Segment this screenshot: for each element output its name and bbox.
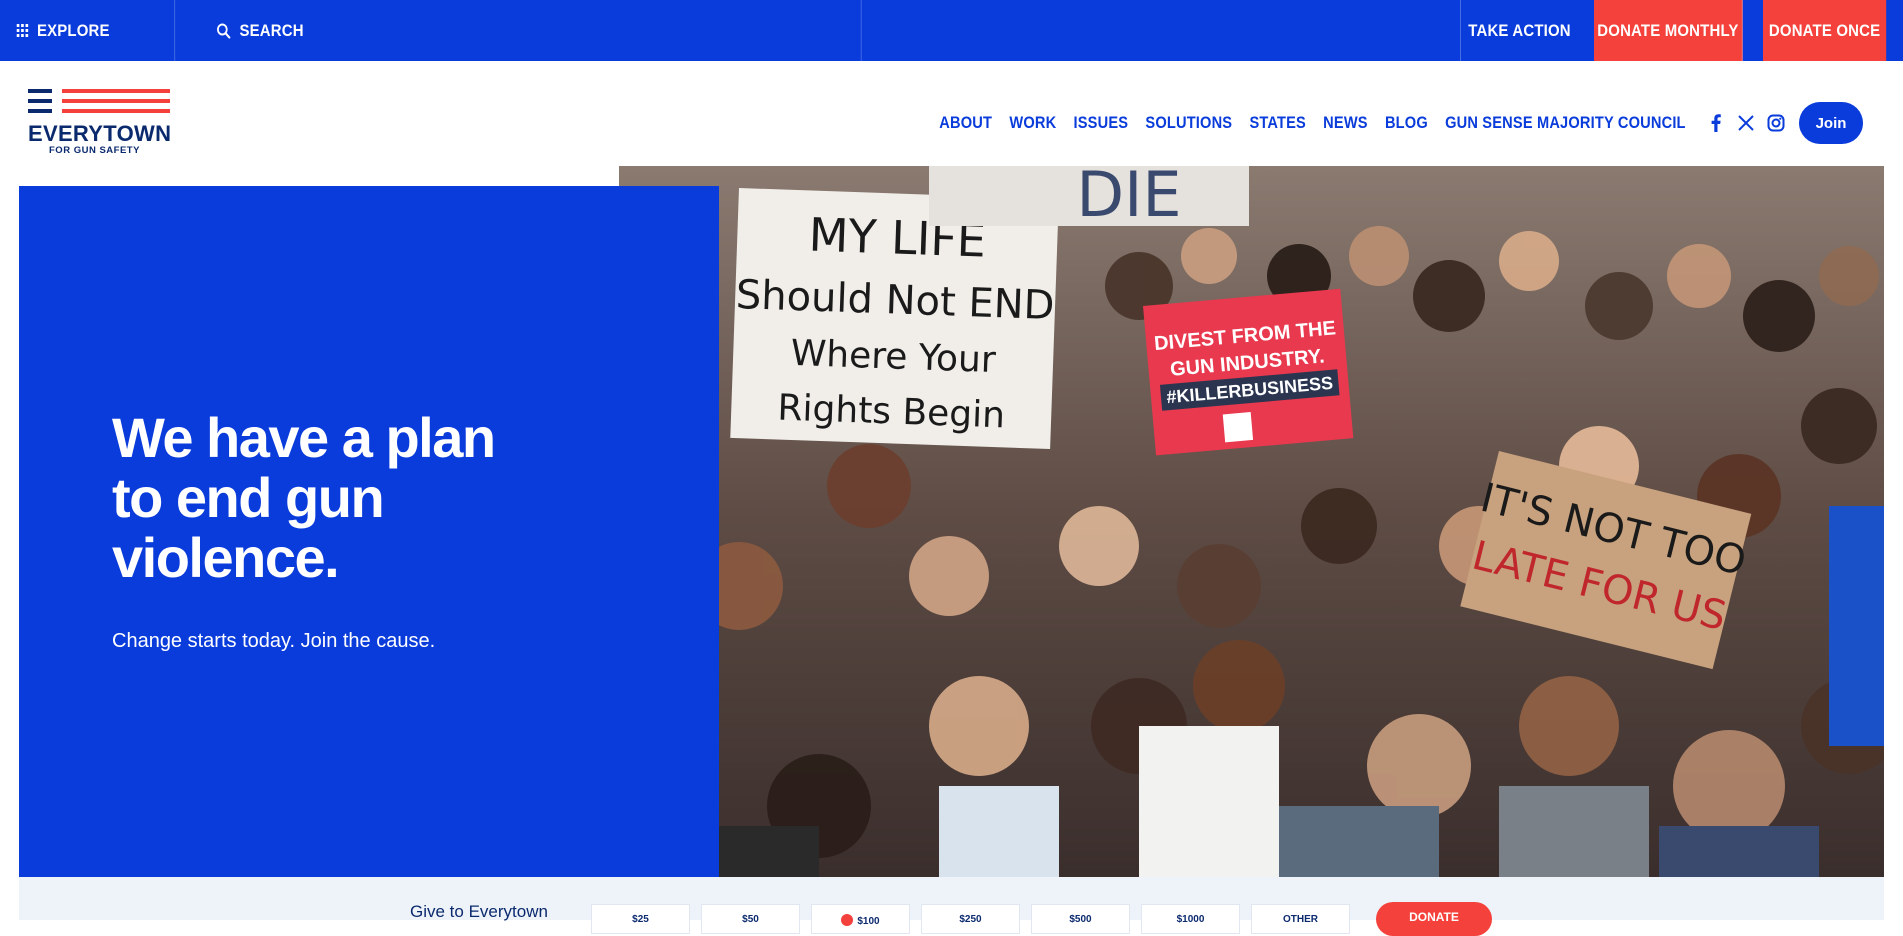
amount-option[interactable]: OTHER: [1251, 904, 1350, 934]
hero-panel: We have a plan to end gun violence. Chan…: [19, 186, 719, 877]
nav-item-issues[interactable]: ISSUES: [1074, 113, 1129, 133]
amount-label: $100: [857, 916, 880, 927]
nav-item-work[interactable]: WORK: [1009, 113, 1056, 133]
take-action-label: TAKE ACTION: [1468, 20, 1571, 40]
utility-spacer: [952, 0, 1461, 61]
donate-button[interactable]: DONATE: [1376, 902, 1492, 936]
x-icon[interactable]: [1737, 114, 1755, 132]
utility-bar: EXPLORE SEARCH TAKE ACTION DONATE MONTHL…: [0, 0, 1903, 61]
search-icon: [217, 23, 231, 39]
everytown-logo[interactable]: EVERYTOWN FOR GUN SAFETY: [28, 89, 172, 157]
facebook-icon[interactable]: [1707, 114, 1725, 132]
nav-item-about[interactable]: ABOUT: [939, 113, 992, 133]
join-button[interactable]: Join: [1799, 102, 1863, 144]
sign-my-life-line3: Where Your: [790, 333, 997, 381]
nav-item-solutions[interactable]: SOLUTIONS: [1146, 113, 1233, 133]
selected-dot-icon: [841, 914, 854, 926]
instagram-icon[interactable]: [1767, 114, 1785, 132]
hero-photo: MY LIFE Should Not END Where Your Rights…: [619, 166, 1884, 877]
nav-items: ABOUT WORK ISSUES SOLUTIONS STATES NEWS …: [939, 113, 1703, 133]
donate-monthly-button[interactable]: DONATE MONTHLY: [1594, 0, 1743, 61]
social-links: [1707, 114, 1785, 132]
nav-item-blog[interactable]: BLOG: [1385, 113, 1428, 133]
amount-option[interactable]: $500: [1031, 904, 1130, 934]
explore-button[interactable]: EXPLORE: [0, 0, 176, 61]
nav-item-news[interactable]: NEWS: [1323, 113, 1368, 133]
search-label: SEARCH: [239, 20, 304, 40]
amount-option[interactable]: $25: [591, 904, 690, 934]
amount-option-selected[interactable]: $100: [811, 904, 910, 934]
donate-once-label: DONATE ONCE: [1768, 20, 1881, 40]
nav-item-gun-sense-majority-council[interactable]: GUN SENSE MAJORITY COUNCIL: [1445, 113, 1686, 133]
hero-subtitle: Change starts today. Join the cause.: [112, 630, 436, 652]
logo-wordmark: EVERYTOWN: [28, 121, 172, 146]
sign-die: DIE: [1076, 166, 1181, 231]
sign-my-life-line4: Rights Begin: [777, 387, 1006, 436]
amount-option[interactable]: $250: [921, 904, 1020, 934]
explore-label: EXPLORE: [36, 20, 110, 40]
take-action-link[interactable]: TAKE ACTION: [1461, 0, 1578, 61]
logo-tagline: FOR GUN SAFETY: [49, 145, 140, 156]
main-nav: ABOUT WORK ISSUES SOLUTIONS STATES NEWS …: [815, 101, 1863, 145]
donate-once-button[interactable]: DONATE ONCE: [1763, 0, 1887, 61]
nav-item-states[interactable]: STATES: [1250, 113, 1307, 133]
logo-flag-icon: [28, 89, 170, 113]
amount-option[interactable]: $1000: [1141, 904, 1240, 934]
donation-bar: Give to Everytown $25 $50 $100 $250 $500…: [19, 877, 1884, 936]
site-header: EVERYTOWN FOR GUN SAFETY ABOUT WORK ISSU…: [0, 61, 1903, 166]
search-button[interactable]: SEARCH: [199, 0, 862, 61]
donate-monthly-label: DONATE MONTHLY: [1597, 20, 1739, 40]
give-label: Give to Everytown: [410, 902, 548, 921]
hero-title: We have a plan to end gun violence.: [112, 406, 496, 589]
grid-menu-icon: [16, 24, 29, 37]
amount-option[interactable]: $50: [701, 904, 800, 934]
